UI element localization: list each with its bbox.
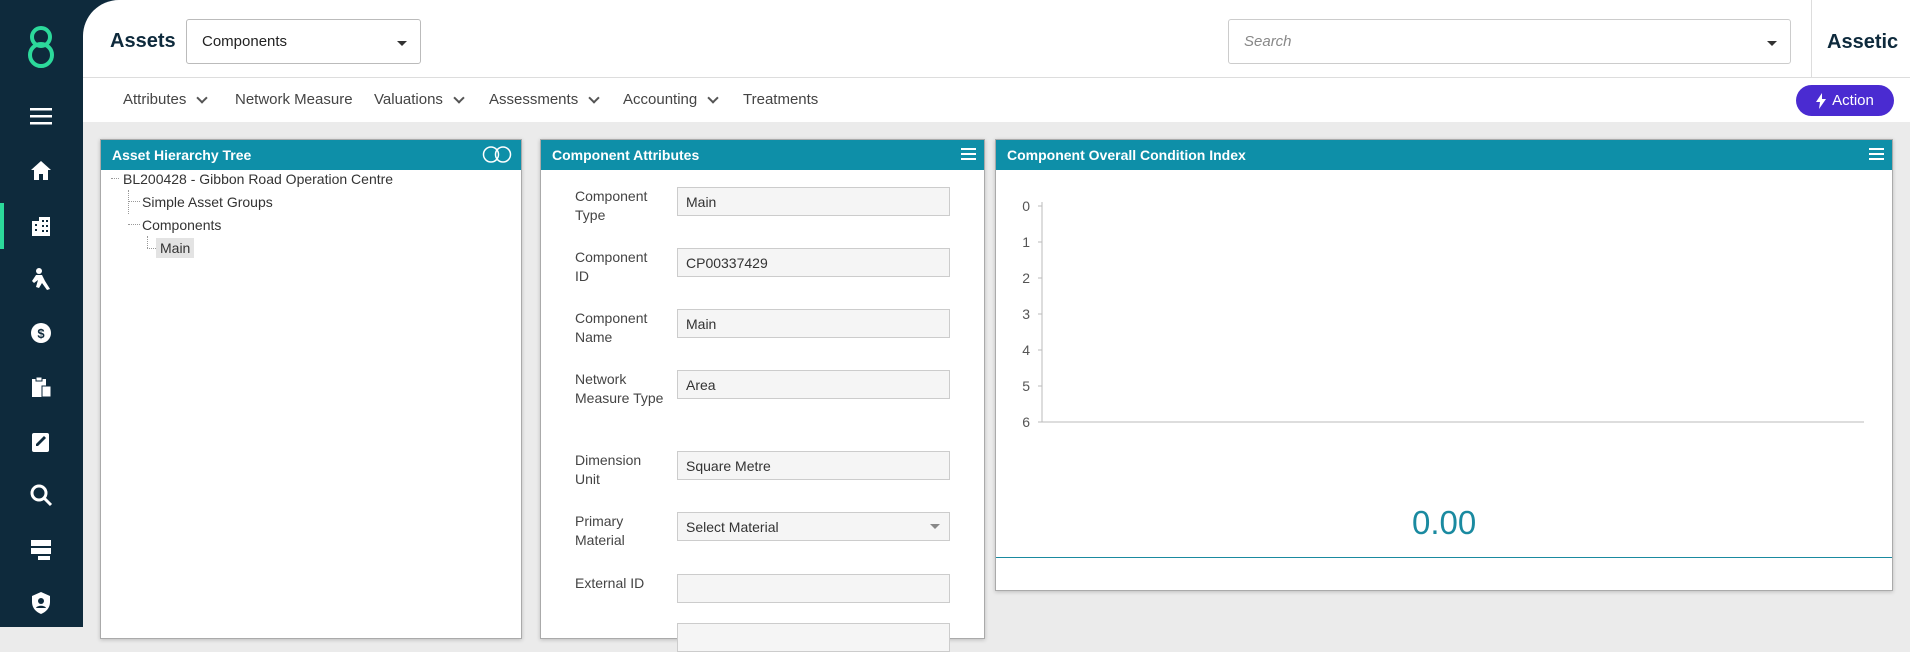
tree-line [128, 224, 140, 225]
tree-node[interactable]: BL200428 - Gibbon Road Operation Centre [123, 171, 393, 187]
module-select-value: Components [202, 33, 288, 50]
lightning-icon [1816, 92, 1827, 109]
panel-title: Component Attributes [552, 147, 700, 163]
action-label: Action [1832, 92, 1874, 109]
network-measure-type-field[interactable]: Area [677, 370, 950, 399]
chevron-down-icon [196, 91, 209, 104]
panel-title: Asset Hierarchy Tree [112, 147, 252, 163]
building-icon[interactable] [26, 211, 56, 241]
y-tick-label: 5 [1022, 378, 1030, 394]
chevron-down-icon [707, 91, 719, 104]
svg-text:$: $ [37, 326, 45, 341]
component-name-field[interactable]: Main [677, 309, 950, 338]
edit-task-icon[interactable] [26, 426, 56, 456]
divider [1811, 0, 1812, 78]
hamburger-menu-icon[interactable] [961, 148, 976, 161]
module-menu: Attributes Network Measure Valuations As… [83, 79, 1910, 122]
action-button[interactable]: Action [1796, 85, 1894, 116]
next-field[interactable] [677, 623, 950, 652]
primary-material-value: Select Material [686, 519, 779, 535]
tree-line [111, 178, 119, 179]
active-nav-indicator [0, 203, 4, 249]
panel-header: Component Attributes [541, 140, 984, 170]
asset-hierarchy-panel: Asset Hierarchy Tree BL200428 - Gibbon R… [100, 139, 522, 639]
menu-network-measure[interactable]: Network Measure [235, 91, 353, 108]
caret-down-icon [397, 41, 407, 46]
menu-attributes[interactable]: Attributes [123, 91, 209, 108]
attribute-label: Component Type [575, 188, 648, 223]
menu-label: Accounting [623, 91, 698, 108]
assetic-logo-icon[interactable] [21, 24, 61, 70]
clipboard-icon[interactable] [26, 372, 56, 402]
primary-material-select[interactable]: Select Material [677, 512, 950, 541]
condition-index-value: 0.00 [1412, 504, 1477, 541]
tree-node[interactable]: Components [142, 217, 221, 233]
brand-name: Assetic [1827, 31, 1899, 53]
menu-label: Assessments [489, 91, 579, 108]
search-placeholder: Search [1244, 33, 1292, 50]
home-icon[interactable] [26, 155, 56, 185]
panel-header: Component Overall Condition Index [996, 140, 1892, 170]
tree-line [147, 248, 156, 249]
component-id-field[interactable]: CP00337429 [677, 248, 950, 277]
attribute-label: External ID [575, 575, 645, 591]
y-tick-label: 1 [1022, 234, 1030, 250]
menu-assessments[interactable]: Assessments [489, 91, 600, 108]
search-icon[interactable] [26, 480, 56, 510]
attribute-label: Primary Material [575, 513, 625, 548]
y-tick-label: 6 [1022, 414, 1030, 430]
dimension-unit-field[interactable]: Square Metre [677, 451, 950, 480]
condition-index-panel: Component Overall Condition Index 0 1 2 3 4 5… [995, 139, 1893, 591]
tree-line [147, 236, 148, 248]
chart-canvas: 0 1 2 3 4 5 6 [1022, 198, 1864, 430]
attribute-label: Network Measure Type [575, 371, 664, 406]
page-title: Assets [110, 30, 176, 52]
menu-label: Valuations [374, 91, 443, 108]
menu-label: Attributes [123, 91, 187, 108]
menu-icon[interactable] [26, 101, 56, 131]
menu-accounting[interactable]: Accounting [623, 91, 719, 108]
server-icon[interactable] [26, 534, 56, 564]
panel-title: Component Overall Condition Index [1007, 147, 1246, 163]
chart-divider [996, 557, 1892, 558]
menu-valuations[interactable]: Valuations [374, 91, 465, 108]
header-bar: Assets Components Search Assetic [83, 0, 1910, 78]
dollar-icon[interactable]: $ [26, 318, 56, 348]
y-tick-label: 4 [1022, 342, 1030, 358]
tree-line [128, 190, 129, 214]
search-input[interactable]: Search [1228, 19, 1791, 64]
hamburger-menu-icon[interactable] [1869, 148, 1884, 161]
caret-down-icon [930, 524, 940, 529]
y-tick-label: 2 [1022, 270, 1030, 286]
external-id-field[interactable] [677, 574, 950, 603]
panel-header: Asset Hierarchy Tree [101, 140, 521, 170]
sidebar: $ [0, 0, 83, 627]
module-select[interactable]: Components [186, 19, 421, 64]
worker-icon[interactable] [26, 264, 56, 294]
shield-icon[interactable] [26, 588, 56, 618]
y-tick-label: 3 [1022, 306, 1030, 322]
toggle-icon[interactable] [481, 145, 513, 164]
attribute-label: Component Name [575, 310, 648, 345]
caret-down-icon[interactable] [1767, 41, 1777, 46]
y-tick-label: 0 [1022, 198, 1030, 214]
menu-treatments[interactable]: Treatments [743, 91, 818, 108]
component-type-field[interactable]: Main [677, 187, 950, 216]
tree-node-selected[interactable]: Main [156, 238, 195, 258]
component-attributes-panel: Component Attributes Component Type Main… [540, 139, 985, 652]
menu-label: Treatments [743, 91, 819, 108]
menu-label: Network Measure [235, 91, 353, 108]
attribute-label: Component ID [575, 249, 648, 284]
tree-node[interactable]: Simple Asset Groups [142, 194, 273, 210]
chevron-down-icon [588, 91, 600, 104]
tree-line [128, 201, 140, 202]
attribute-label: Dimension Unit [575, 452, 642, 487]
chevron-down-icon [453, 91, 465, 104]
